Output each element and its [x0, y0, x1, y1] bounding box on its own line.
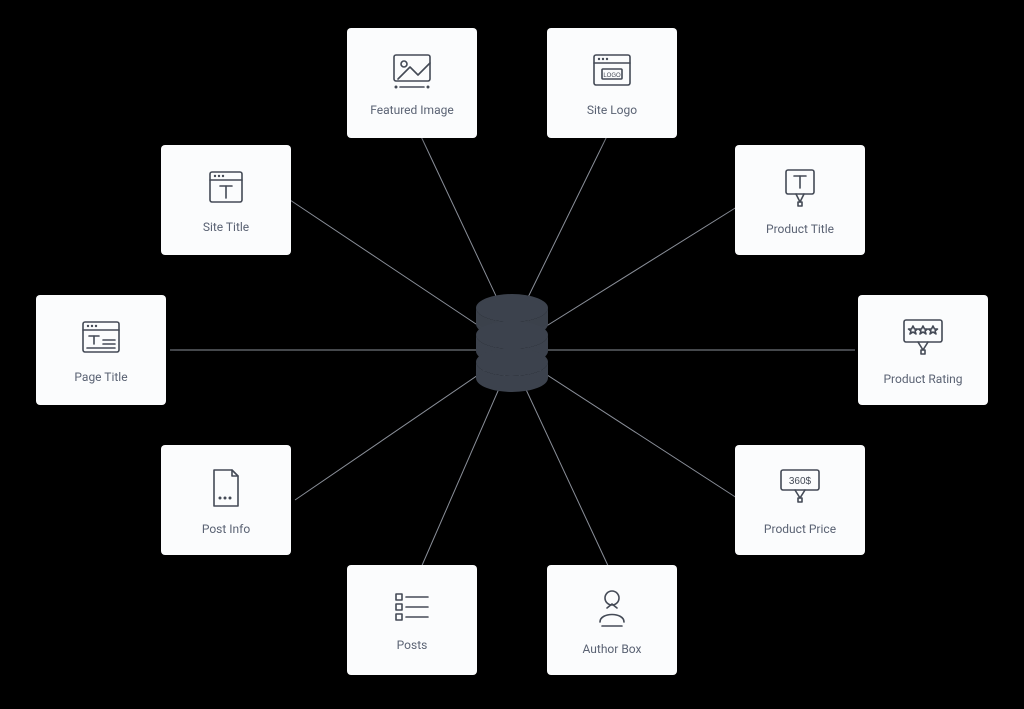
svg-text:LOGO: LOGO — [603, 73, 621, 79]
product-title-icon — [778, 166, 822, 210]
card-product-title: Product Title — [735, 145, 865, 255]
card-featured-image: Featured Image — [347, 28, 477, 138]
product-price-icon: 360$ — [775, 466, 825, 510]
card-post-info: Post Info — [161, 445, 291, 555]
price-text: 360$ — [789, 476, 812, 487]
card-label: Author Box — [583, 642, 642, 656]
card-label: Posts — [397, 638, 428, 652]
diagram-canvas: Featured Image LOGO Site Logo Site Title — [0, 0, 1024, 709]
card-site-title: Site Title — [161, 145, 291, 255]
card-page-title: Page Title — [36, 295, 166, 405]
database-icon — [472, 290, 552, 400]
card-label: Site Title — [203, 220, 249, 234]
site-title-icon — [204, 168, 248, 208]
card-posts: Posts — [347, 565, 477, 675]
card-label: Product Price — [764, 522, 836, 536]
card-product-price: 360$ Product Price — [735, 445, 865, 555]
card-author-box: Author Box — [547, 565, 677, 675]
card-label: Post Info — [202, 522, 250, 536]
posts-icon — [392, 590, 432, 626]
card-label: Page Title — [74, 370, 127, 384]
product-rating-icon — [898, 316, 948, 360]
card-label: Site Logo — [587, 103, 637, 117]
card-label: Product Rating — [883, 372, 962, 386]
card-product-rating: Product Rating — [858, 295, 988, 405]
card-label: Product Title — [766, 222, 834, 236]
card-site-logo: LOGO Site Logo — [547, 28, 677, 138]
author-box-icon — [592, 586, 632, 630]
page-title-icon — [79, 318, 123, 358]
post-info-icon — [208, 466, 244, 510]
site-logo-icon: LOGO — [590, 51, 634, 91]
featured-image-icon — [390, 51, 434, 91]
card-label: Featured Image — [370, 103, 453, 117]
